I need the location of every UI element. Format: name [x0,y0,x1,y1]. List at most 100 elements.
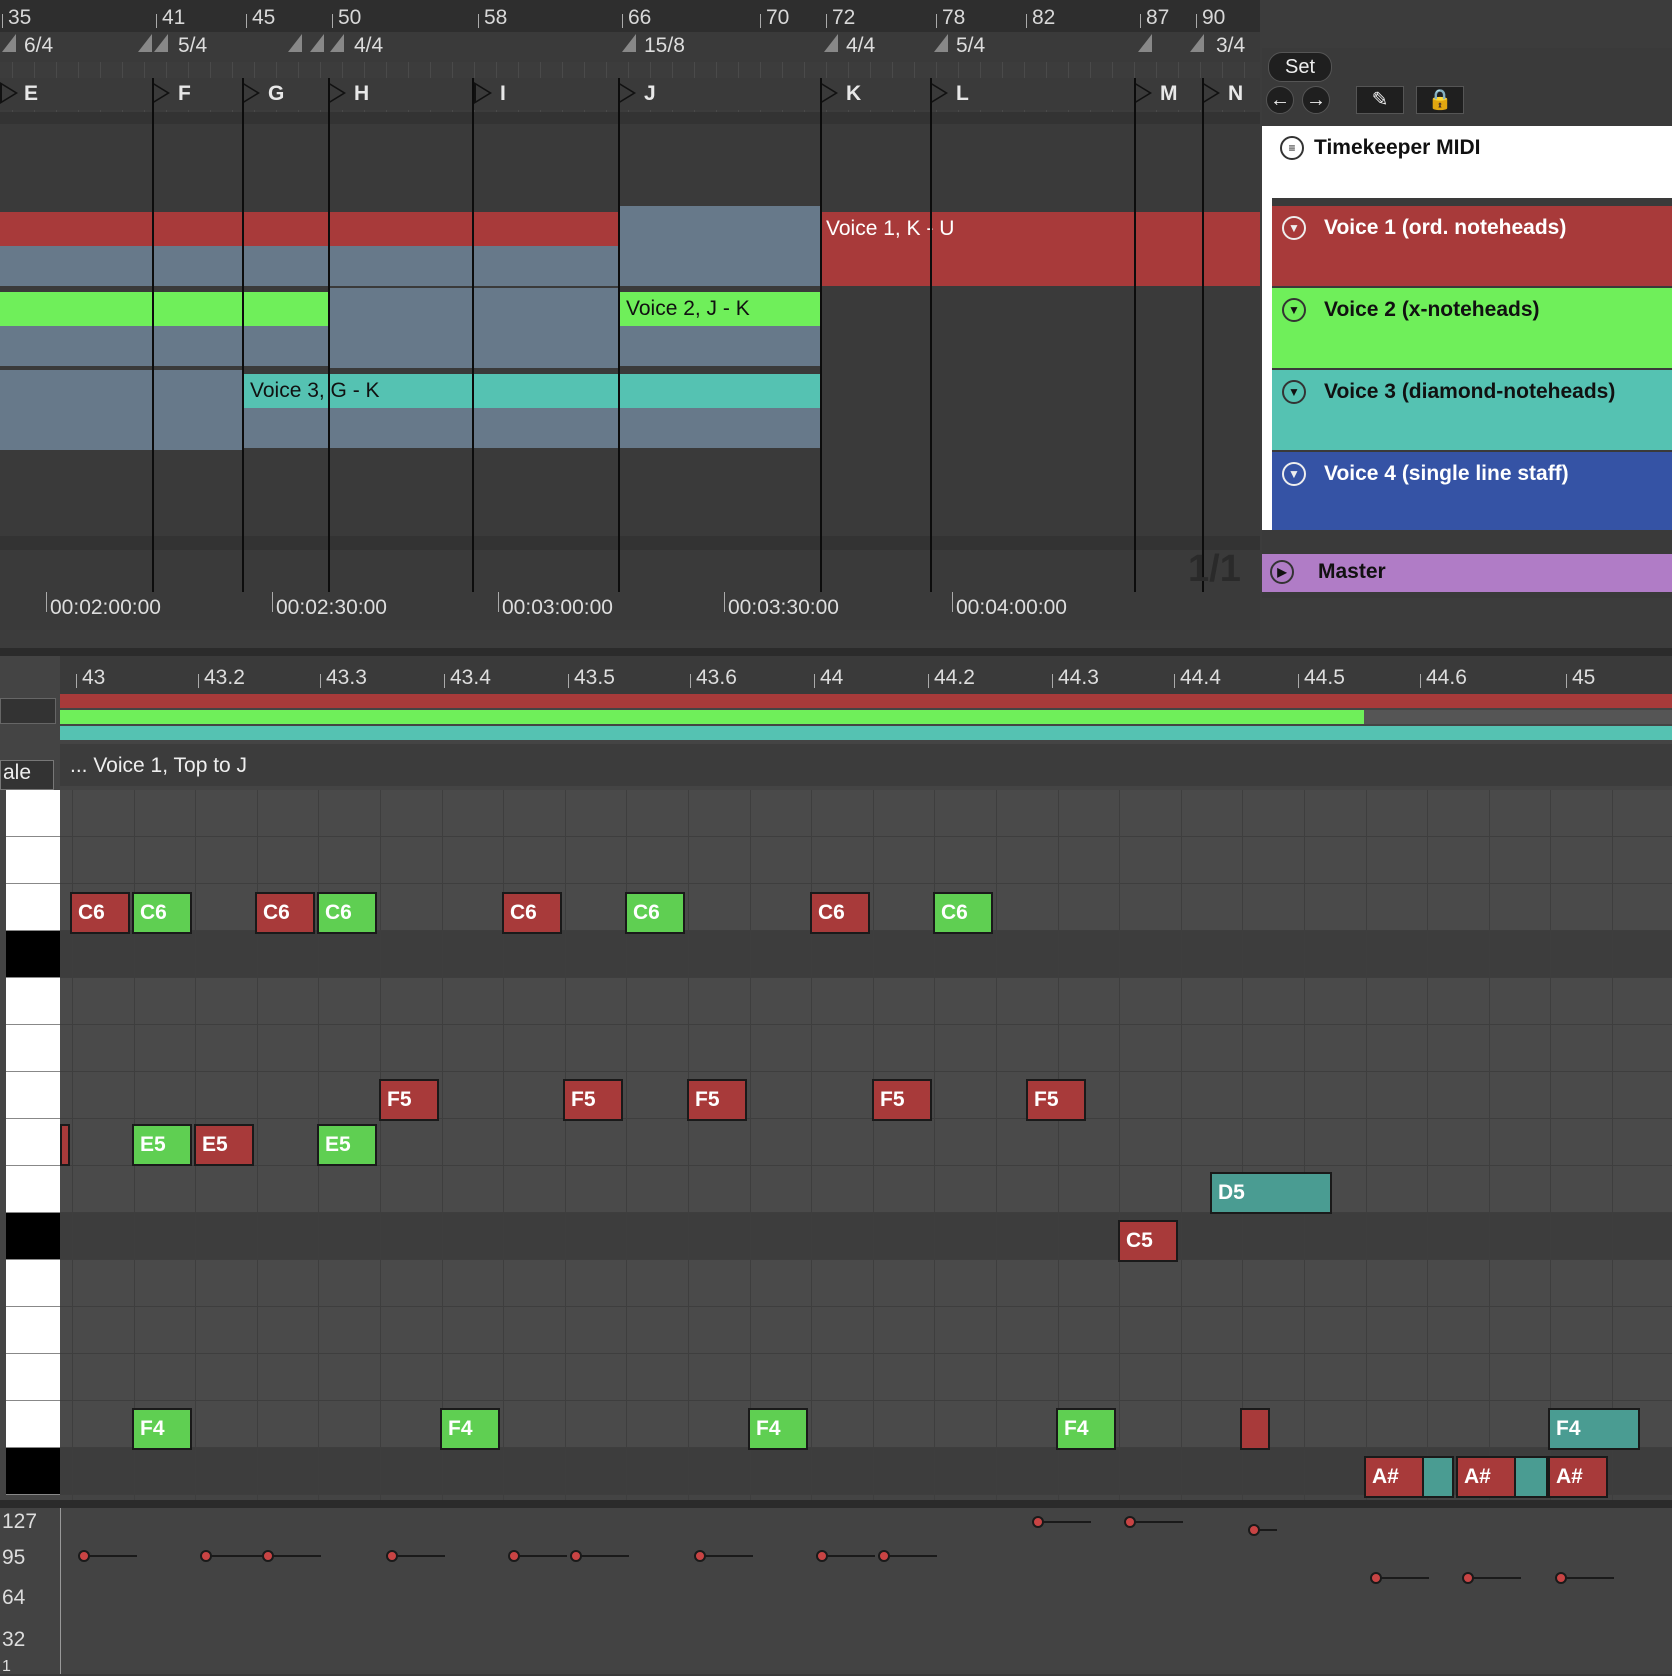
locator-flag-icon[interactable] [474,82,492,104]
note-row[interactable] [60,1166,1672,1213]
midi-note[interactable]: C6 [502,892,562,934]
note-row[interactable] [60,1307,1672,1354]
note-row[interactable] [60,1260,1672,1307]
time-ruler[interactable]: 00:02:00:00 00:02:30:00 00:03:00:00 00:0… [0,592,1260,630]
voice4-lane[interactable] [0,452,1260,536]
white-key[interactable] [6,884,60,931]
fold-chevron-icon[interactable]: ▼ [1282,380,1306,404]
clip-selector[interactable] [0,698,56,724]
locator-flag-icon[interactable] [328,82,346,104]
track-header-voice4[interactable]: ▼ Voice 4 (single line staff) [1272,452,1672,530]
time-signature-marker[interactable] [154,34,168,52]
voice2-clip-strip[interactable] [60,710,1364,724]
note-row[interactable] [60,1072,1672,1119]
white-key[interactable] [6,1354,60,1401]
locator-label[interactable]: J [644,82,656,106]
locator-flag-icon[interactable] [1134,82,1152,104]
voice2-clip-body[interactable] [620,326,820,366]
white-key[interactable] [6,1401,60,1448]
play-icon[interactable]: ▶ [1270,560,1294,584]
midi-note[interactable]: F4 [748,1408,808,1450]
voice2-clip-body[interactable] [0,326,328,366]
locator-label[interactable]: M [1160,82,1178,106]
midi-note[interactable]: F5 [563,1079,623,1121]
midi-note[interactable]: C6 [625,892,685,934]
locator-flag-icon[interactable] [1202,82,1220,104]
white-key[interactable] [6,1166,60,1213]
midi-note[interactable]: A# [1364,1456,1424,1498]
locator-label[interactable]: K [846,82,861,106]
midi-note-short[interactable] [1240,1408,1270,1450]
white-key[interactable] [6,790,60,837]
voice1-clip[interactable]: Voice 1, K - U [820,212,1260,246]
velocity-handle[interactable] [1032,1516,1044,1528]
voice3-clip-body[interactable] [0,370,244,450]
voice1-clip-strip[interactable] [60,694,1672,708]
locator-row[interactable]: E F G H I J K L M N [0,78,1260,110]
note-row[interactable] [60,978,1672,1025]
voice1-clip-header[interactable] [0,212,618,246]
midi-note[interactable]: C5 [1118,1220,1178,1262]
locator-label[interactable]: E [24,82,38,106]
fold-chevron-icon[interactable]: ▼ [1282,462,1306,486]
locator-flag-icon[interactable] [618,82,636,104]
midi-note[interactable]: C6 [70,892,130,934]
midi-note[interactable]: E5 [132,1124,192,1166]
voice2-clip-body[interactable] [328,288,620,368]
locator-label[interactable]: G [268,82,284,106]
midi-note[interactable]: F5 [872,1079,932,1121]
arrow-left-icon[interactable]: ← [1266,86,1294,114]
master-lane[interactable] [0,550,1260,592]
voice2-clip[interactable]: Voice 2, J - K [620,292,820,326]
fold-chevron-icon[interactable]: ▼ [1282,216,1306,240]
voice3-clip-strip[interactable] [60,726,1672,740]
time-signature-marker[interactable] [1138,34,1152,52]
midi-note[interactable]: E5 [194,1124,254,1166]
velocity-handle[interactable] [78,1550,90,1562]
white-key[interactable] [6,1307,60,1354]
bar-ruler[interactable]: 35 41 45 50 58 66 70 72 78 82 87 90 [0,0,1260,32]
locator-flag-icon[interactable] [242,82,260,104]
locator-label[interactable]: N [1228,82,1243,106]
fold-chevron-icon[interactable]: ▼ [1282,298,1306,322]
note-row[interactable] [60,1401,1672,1448]
locator-label[interactable]: F [178,82,191,106]
time-signature-marker[interactable] [138,34,152,52]
midi-note[interactable]: F5 [687,1079,747,1121]
white-key[interactable] [6,1025,60,1072]
velocity-divider[interactable] [0,1500,1672,1508]
velocity-handle[interactable] [1248,1524,1260,1536]
velocity-handle[interactable] [694,1550,706,1562]
beat-ruler[interactable]: 43 43.2 43.3 43.4 43.5 43.6 44 44.2 44.3… [60,656,1672,696]
midi-note[interactable]: D5 [1210,1172,1332,1214]
midi-note[interactable]: A# [1548,1456,1608,1498]
midi-note[interactable]: C6 [933,892,993,934]
track-header-master[interactable]: ▶ Master [1262,554,1672,592]
voice2-clip-header[interactable] [0,292,328,326]
velocity-handle[interactable] [878,1550,890,1562]
midi-note[interactable]: F5 [1026,1079,1086,1121]
voice3-clip-body[interactable] [244,408,820,448]
time-signature-row[interactable]: 6/4 5/4 4/4 15/8 4/4 5/4 3/4 [0,32,1260,62]
velocity-handle[interactable] [508,1550,520,1562]
locator-flag-icon[interactable] [0,82,18,104]
velocity-handle[interactable] [1462,1572,1474,1584]
track-menu-icon[interactable]: ≡ [1280,136,1304,160]
white-key[interactable] [6,1119,60,1166]
note-row[interactable] [60,931,1672,978]
black-key[interactable] [6,1448,60,1495]
midi-note[interactable]: F4 [1056,1408,1116,1450]
time-signature-marker[interactable] [934,34,948,52]
velocity-handle[interactable] [386,1550,398,1562]
note-row[interactable] [60,1213,1672,1260]
velocity-handle[interactable] [816,1550,828,1562]
time-signature-marker[interactable] [824,34,838,52]
view-divider[interactable] [0,648,1672,656]
locator-label[interactable]: H [354,82,369,106]
voice3-clip[interactable]: Voice 3, G - K [244,374,820,408]
note-row[interactable] [60,837,1672,884]
note-row[interactable] [60,1119,1672,1166]
velocity-handle[interactable] [200,1550,212,1562]
set-button[interactable]: Set [1268,52,1332,82]
velocity-handle[interactable] [1124,1516,1136,1528]
